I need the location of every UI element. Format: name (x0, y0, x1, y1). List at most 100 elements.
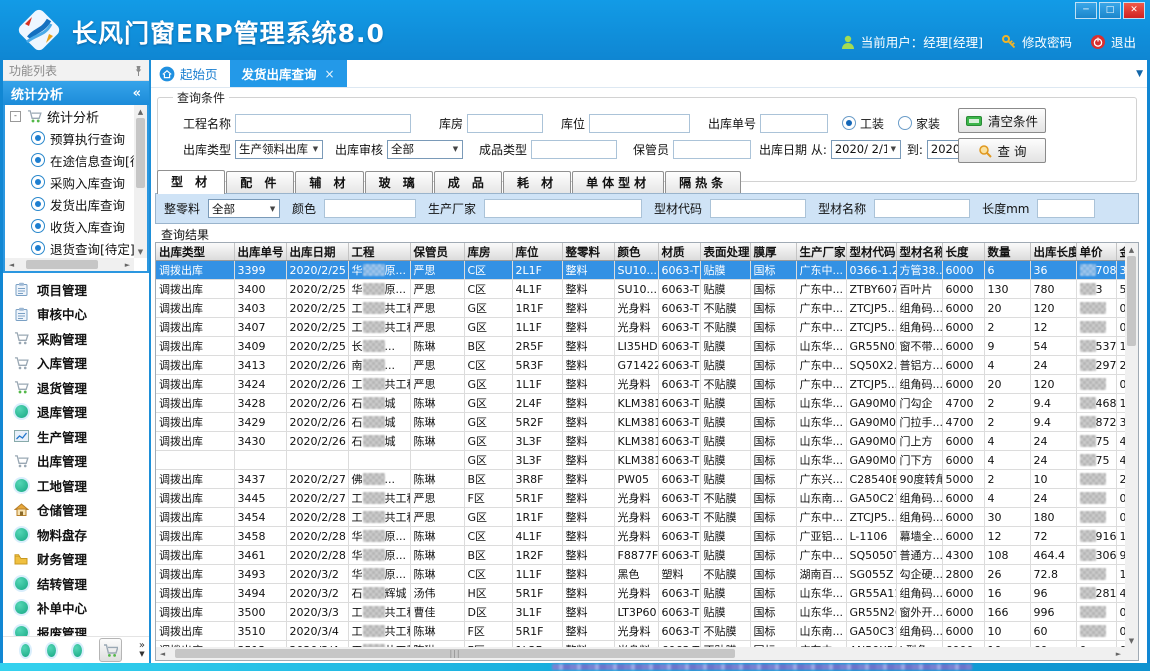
material-tab[interactable]: 玻 璃 (365, 171, 433, 193)
table-row[interactable]: 调拨出库34542020/2/28工共工程严思G区1R1F整料光身料6063-T… (156, 508, 1139, 527)
table-row[interactable]: 调拨出库34032020/2/25工共工程严思G区1R1F整料光身料6063-T… (156, 299, 1139, 318)
table-row[interactable]: 调拨出库35002020/3/3工共工程曹佳D区3L1F整料LT3P606063… (156, 603, 1139, 622)
module-dot-icon[interactable] (47, 644, 56, 657)
material-tab[interactable]: 单体型材 (572, 171, 664, 193)
tree-item[interactable]: 收货入库查询 (5, 215, 134, 237)
table-row[interactable]: 调拨出库34932020/3/2华原...陈琳C区1L1F整料黑色塑料不贴膜国标… (156, 565, 1139, 584)
grid-column-header[interactable]: 数量 (984, 243, 1030, 261)
scroll-right-icon[interactable]: ► (121, 258, 134, 271)
grid-column-header[interactable]: 膜厚 (750, 243, 796, 261)
scroll-up-icon[interactable]: ▲ (134, 105, 147, 118)
tree-item[interactable]: 采购入库查询 (5, 171, 134, 193)
tab-list-dropdown-icon[interactable]: ▼ (1136, 69, 1143, 79)
tree-item[interactable]: 退货查询[待定] (5, 237, 134, 258)
sidebar-item-circle[interactable]: 报废管理 (3, 620, 149, 636)
material-tab[interactable]: 隔热条 (665, 171, 741, 193)
table-row[interactable]: 调拨出库34612020/2/28华原...陈琳B区1R2F整料F8877FT6… (156, 546, 1139, 565)
grid-column-header[interactable]: 库位 (512, 243, 562, 261)
table-row[interactable]: 调拨出库34132020/2/26南...严思C区5R3F整料G71422606… (156, 356, 1139, 375)
table-row[interactable]: 调拨出库34282020/2/26石城陈琳G区2L4F整料KLM38176063… (156, 394, 1139, 413)
grid-column-header[interactable]: 出库长度 (1030, 243, 1076, 261)
length-input[interactable] (1037, 199, 1095, 218)
location-input[interactable] (589, 114, 690, 133)
sidebar-section-header[interactable]: 统计分析 « (3, 81, 149, 105)
table-row[interactable]: 调拨出库33992020/2/25华原...严思C区2L1F整料SU10...6… (156, 261, 1139, 280)
date-from-select[interactable]: 2020/ 2/16▼ (831, 140, 901, 159)
tab-active[interactable]: 发货出库查询 × (230, 60, 347, 87)
tab-home[interactable]: 起始页 (151, 60, 230, 87)
table-row[interactable]: 调拨出库34092020/2/25长...陈琳B区2R5F整料LI35HD606… (156, 337, 1139, 356)
sidebar-item-cart[interactable]: 入库管理 (3, 351, 149, 376)
grid-column-header[interactable]: 出库类型 (156, 243, 234, 261)
audit-select[interactable]: 全部▼ (387, 140, 463, 159)
table-row[interactable]: 调拨出库34302020/2/26石城陈琳G区3L3F整料KLM38176063… (156, 432, 1139, 451)
warehouse-input[interactable] (467, 114, 543, 133)
tree-item[interactable]: 预算执行查询 (5, 127, 134, 149)
material-tab[interactable]: 耗 材 (503, 171, 571, 193)
radio-home-decor[interactable]: 家装 (898, 115, 940, 132)
sidebar-item-folder[interactable]: 财务管理 (3, 547, 149, 572)
scroll-right-icon[interactable]: ► (1112, 647, 1125, 660)
manufacturer-input[interactable] (484, 199, 642, 218)
module-dot-icon[interactable] (73, 644, 82, 657)
scroll-left-icon[interactable]: ◄ (156, 647, 169, 660)
scroll-left-icon[interactable]: ◄ (5, 258, 18, 271)
outbound-type-select[interactable]: 生产领料出库▼ (235, 140, 323, 159)
tree-root[interactable]: -统计分析 (5, 105, 134, 127)
collapse-node-icon[interactable]: - (10, 111, 21, 122)
tree-vertical-scrollbar[interactable]: ▲ ▼ (134, 105, 147, 258)
tree-item[interactable]: 发货出库查询 (5, 193, 134, 215)
table-row[interactable]: 调拨出库34292020/2/26石城陈琳G区5R2F整料KLM38176063… (156, 413, 1139, 432)
sidebar-item-clipboard[interactable]: 审核中心 (3, 302, 149, 327)
grid-column-header[interactable]: 出库日期 (286, 243, 348, 261)
sidebar-item-circle[interactable]: 物料盘存 (3, 522, 149, 547)
table-row[interactable]: 调拨出库34072020/2/25工共工程严思G区1L1F整料光身料6063-T… (156, 318, 1139, 337)
pin-icon[interactable] (134, 65, 143, 76)
grid-column-header[interactable]: 库房 (464, 243, 512, 261)
grid-column-header[interactable]: 单价 (1076, 243, 1116, 261)
grid-column-header[interactable]: 工程 (348, 243, 410, 261)
sidebar-item-cart-green[interactable]: 退货管理 (3, 375, 149, 400)
grid-column-header[interactable]: 长度 (942, 243, 984, 261)
profile-name-input[interactable] (874, 199, 970, 218)
close-button[interactable]: ✕ (1123, 2, 1145, 19)
sidebar-item-circle[interactable]: 补单中心 (3, 596, 149, 621)
minimize-button[interactable]: ─ (1075, 2, 1097, 19)
table-row[interactable]: 调拨出库34942020/3/2石辉城汤伟H区5R1F整料光身料6063-T5贴… (156, 584, 1139, 603)
project-name-input[interactable] (235, 114, 411, 133)
table-row[interactable]: 调拨出库35102020/3/4工共工程陈琳F区5R1F整料光身料6063-T5… (156, 622, 1139, 641)
logout-button[interactable]: 退出 (1090, 32, 1136, 51)
tree-horizontal-scrollbar[interactable]: ◄ ► (5, 258, 134, 271)
scroll-down-icon[interactable]: ▼ (134, 245, 147, 258)
scroll-down-icon[interactable]: ▼ (1125, 634, 1138, 647)
material-tab[interactable]: 成 品 (434, 171, 502, 193)
sidebar-item-circle[interactable]: 结转管理 (3, 571, 149, 596)
search-button[interactable]: 查 询 (958, 138, 1046, 163)
module-dot-icon[interactable] (21, 644, 30, 657)
radio-work-clothes[interactable]: 工装 (842, 115, 884, 132)
table-row[interactable]: 调拨出库34452020/2/27工共工程严思F区5R1F整料光身料6063-T… (156, 489, 1139, 508)
grid-column-header[interactable]: 颜色 (614, 243, 658, 261)
sidebar-item-circle[interactable]: 退库管理 (3, 400, 149, 425)
sidebar-item-clipboard[interactable]: 项目管理 (3, 277, 149, 302)
keeper-input[interactable] (673, 140, 751, 159)
sidebar-item-circle[interactable]: 工地管理 (3, 473, 149, 498)
maximize-button[interactable]: □ (1099, 2, 1121, 19)
sidebar-item-chart[interactable]: 生产管理 (3, 424, 149, 449)
order-no-input[interactable] (760, 114, 828, 133)
table-row[interactable]: 调拨出库34002020/2/25华原...严思C区4L1F整料SU10...6… (156, 280, 1139, 299)
cart-module-button[interactable] (99, 638, 122, 662)
grid-column-header[interactable]: 整零料 (562, 243, 614, 261)
overflow-chevron[interactable]: »▼ (139, 642, 145, 658)
grid-column-header[interactable]: 表面处理 (700, 243, 750, 261)
table-row[interactable]: G区3L3F整料KLM38176063-T5贴膜国标山东华...GA90M09.… (156, 451, 1139, 470)
table-row[interactable]: 调拨出库34372020/2/27佛...陈琳B区3R8F整料PW056063-… (156, 470, 1139, 489)
collapse-icon[interactable]: « (133, 86, 141, 101)
whole-part-select[interactable]: 全部▼ (208, 199, 280, 218)
grid-column-header[interactable]: 出库单号 (234, 243, 286, 261)
sidebar-item-home[interactable]: 仓储管理 (3, 498, 149, 523)
grid-horizontal-scrollbar[interactable]: ◄ ||| ► (156, 647, 1125, 660)
grid-column-header[interactable]: 材质 (658, 243, 700, 261)
material-tab[interactable]: 型 材 (157, 170, 225, 194)
color-input[interactable] (324, 199, 416, 218)
